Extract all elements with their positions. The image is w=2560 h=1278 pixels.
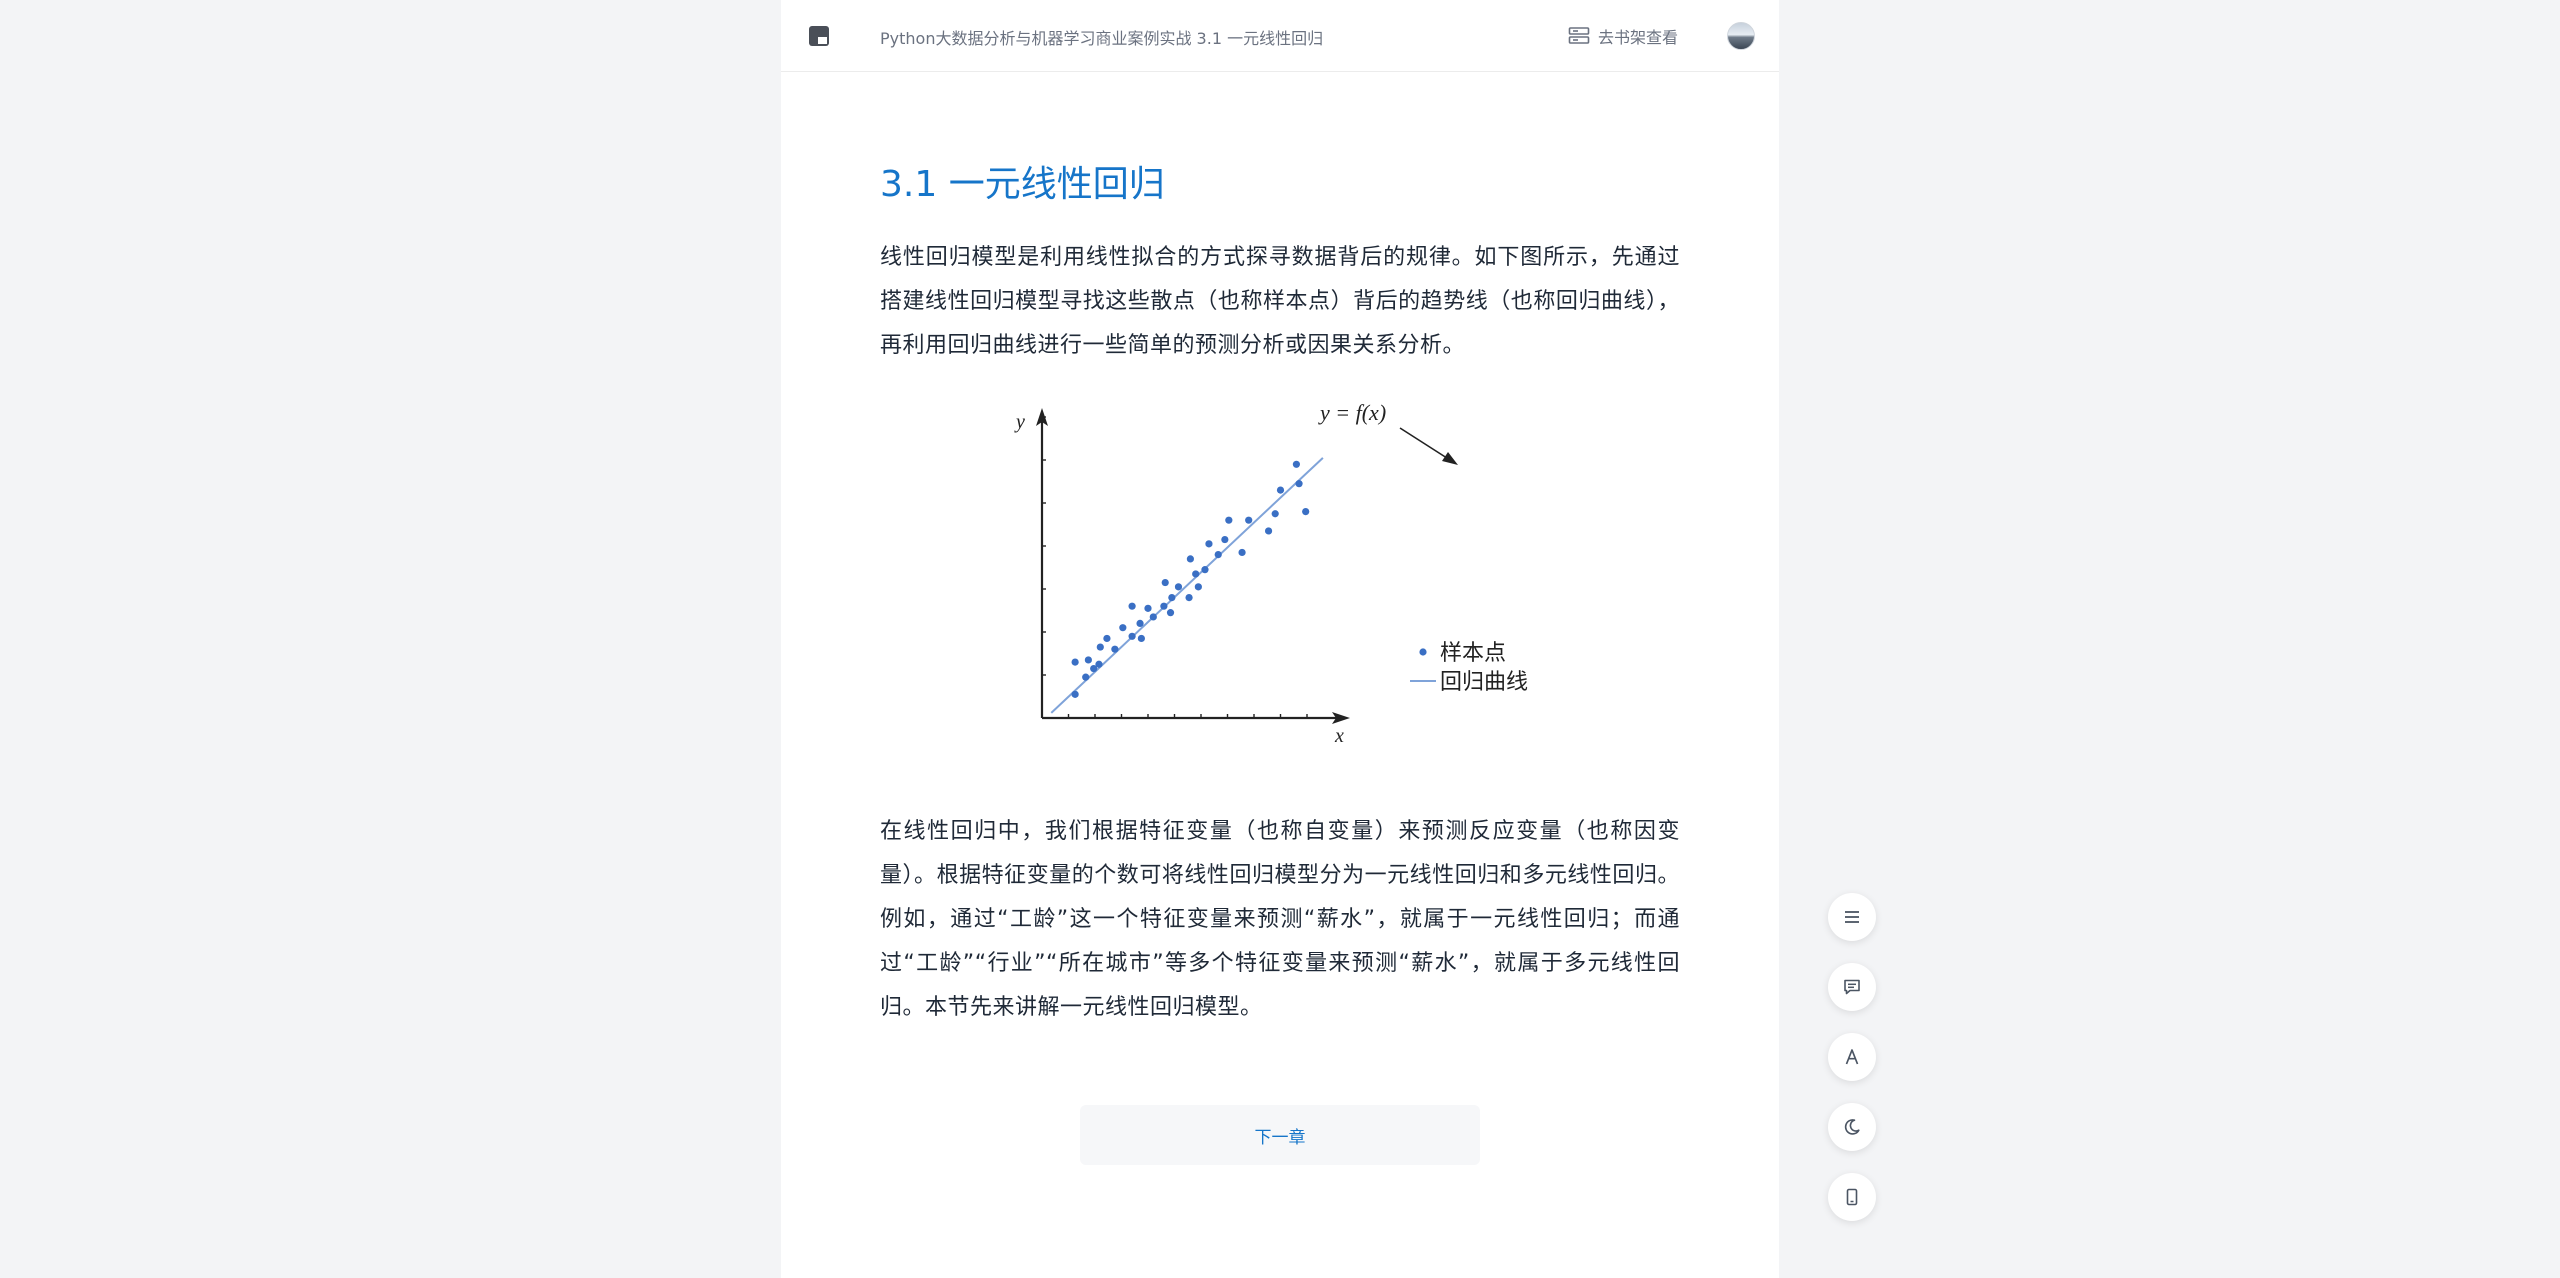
annotation-arrow-line (1399, 427, 1451, 461)
paragraph-explanation: 在线性回归中，我们根据特征变量（也称自变量）来预测反应变量（也称因变量）。根据特… (880, 819, 1680, 1020)
sample-point (1302, 508, 1310, 516)
sample-point (1186, 555, 1194, 563)
comment-icon (1844, 979, 1860, 995)
sample-point (1161, 578, 1169, 587)
sample-point (1084, 656, 1092, 664)
sample-point (1136, 619, 1144, 627)
sample-point (1071, 690, 1079, 698)
reader-toolbar (1828, 893, 1876, 1221)
sample-point (1185, 594, 1193, 602)
sample-point (1271, 510, 1279, 518)
annotation-arrowhead (1442, 452, 1458, 465)
night-mode-button[interactable] (1828, 1103, 1876, 1151)
sample-point (1128, 632, 1136, 640)
bookshelf-icon (1568, 27, 1590, 44)
chapter-title: 3.1 一元线性回归 (880, 164, 1165, 205)
regression-figure: x y y = f(x) 样本点回归曲线 (880, 388, 1680, 810)
font-icon (1845, 1049, 1859, 1065)
legend-point-marker (1419, 648, 1427, 656)
sample-point (1192, 570, 1200, 578)
x-axis-label: x (1334, 725, 1344, 747)
sample-point (1245, 516, 1253, 524)
next-chapter-button[interactable]: 下一章 (1080, 1105, 1480, 1165)
night-mode-icon (1844, 1119, 1860, 1135)
sample-point (1168, 594, 1176, 602)
comments-button[interactable] (1828, 963, 1876, 1011)
sample-point (1201, 566, 1209, 574)
sample-point (1082, 673, 1090, 681)
sample-point (1149, 613, 1157, 621)
legend-label-points: 样本点 (1440, 641, 1506, 666)
y-axis-label: y (1014, 411, 1025, 433)
sample-point (1221, 535, 1229, 544)
sample-point (1174, 583, 1183, 591)
legend-label-line: 回归曲线 (1440, 670, 1528, 695)
mobile-reading-button[interactable] (1828, 1173, 1876, 1221)
regression-chart: x y y = f(x) 样本点回归曲线 (1014, 400, 1528, 747)
sample-point (1276, 486, 1285, 494)
sample-point (1119, 624, 1127, 632)
sample-point (1238, 548, 1246, 557)
phone-icon (1846, 1188, 1858, 1206)
bookshelf-label: 去书架查看 (1598, 28, 1679, 47)
reader-page: Python大数据分析与机器学习商业案例实战 3.1 一元线性回归 去书架查看 … (781, 0, 1779, 1278)
top-bar: Python大数据分析与机器学习商业案例实战 3.1 一元线性回归 去书架查看 (781, 0, 1779, 72)
sample-point (1166, 609, 1175, 617)
sample-point (1137, 634, 1145, 643)
book-title: Python大数据分析与机器学习商业案例实战 3.1 一元线性回归 (880, 29, 1324, 48)
sample-point (1264, 527, 1273, 535)
sample-point (1295, 480, 1303, 488)
sample-point (1292, 460, 1300, 468)
sample-point (1205, 540, 1213, 548)
toc-button[interactable] (1828, 893, 1876, 941)
sample-point (1160, 602, 1168, 610)
sample-point (1214, 551, 1222, 559)
sample-point (1095, 660, 1103, 668)
go-to-bookshelf-button[interactable]: 去书架查看 (1568, 24, 1678, 48)
menu-icon (1845, 911, 1859, 923)
sample-point (1194, 583, 1202, 591)
sample-point (1128, 602, 1136, 610)
paragraph-intro: 线性回归模型是利用线性拟合的方式探寻数据背后的规律。如下图所示，先通过搭建线性回… (880, 245, 1680, 358)
sample-point (1103, 634, 1111, 643)
user-avatar[interactable] (1727, 22, 1755, 50)
sample-point (1096, 643, 1104, 651)
sample-point (1144, 604, 1152, 612)
sample-point (1071, 658, 1079, 666)
chapter-content: 3.1 一元线性回归 线性回归模型是利用线性拟合的方式探寻数据背后的规律。如下图… (880, 150, 1680, 1030)
font-settings-button[interactable] (1828, 1033, 1876, 1081)
sample-point (1225, 516, 1233, 524)
regression-line (1050, 457, 1324, 714)
sample-point (1111, 645, 1119, 653)
curve-annotation: y = f(x) (1318, 400, 1386, 425)
reader-logo-icon[interactable] (809, 26, 829, 46)
